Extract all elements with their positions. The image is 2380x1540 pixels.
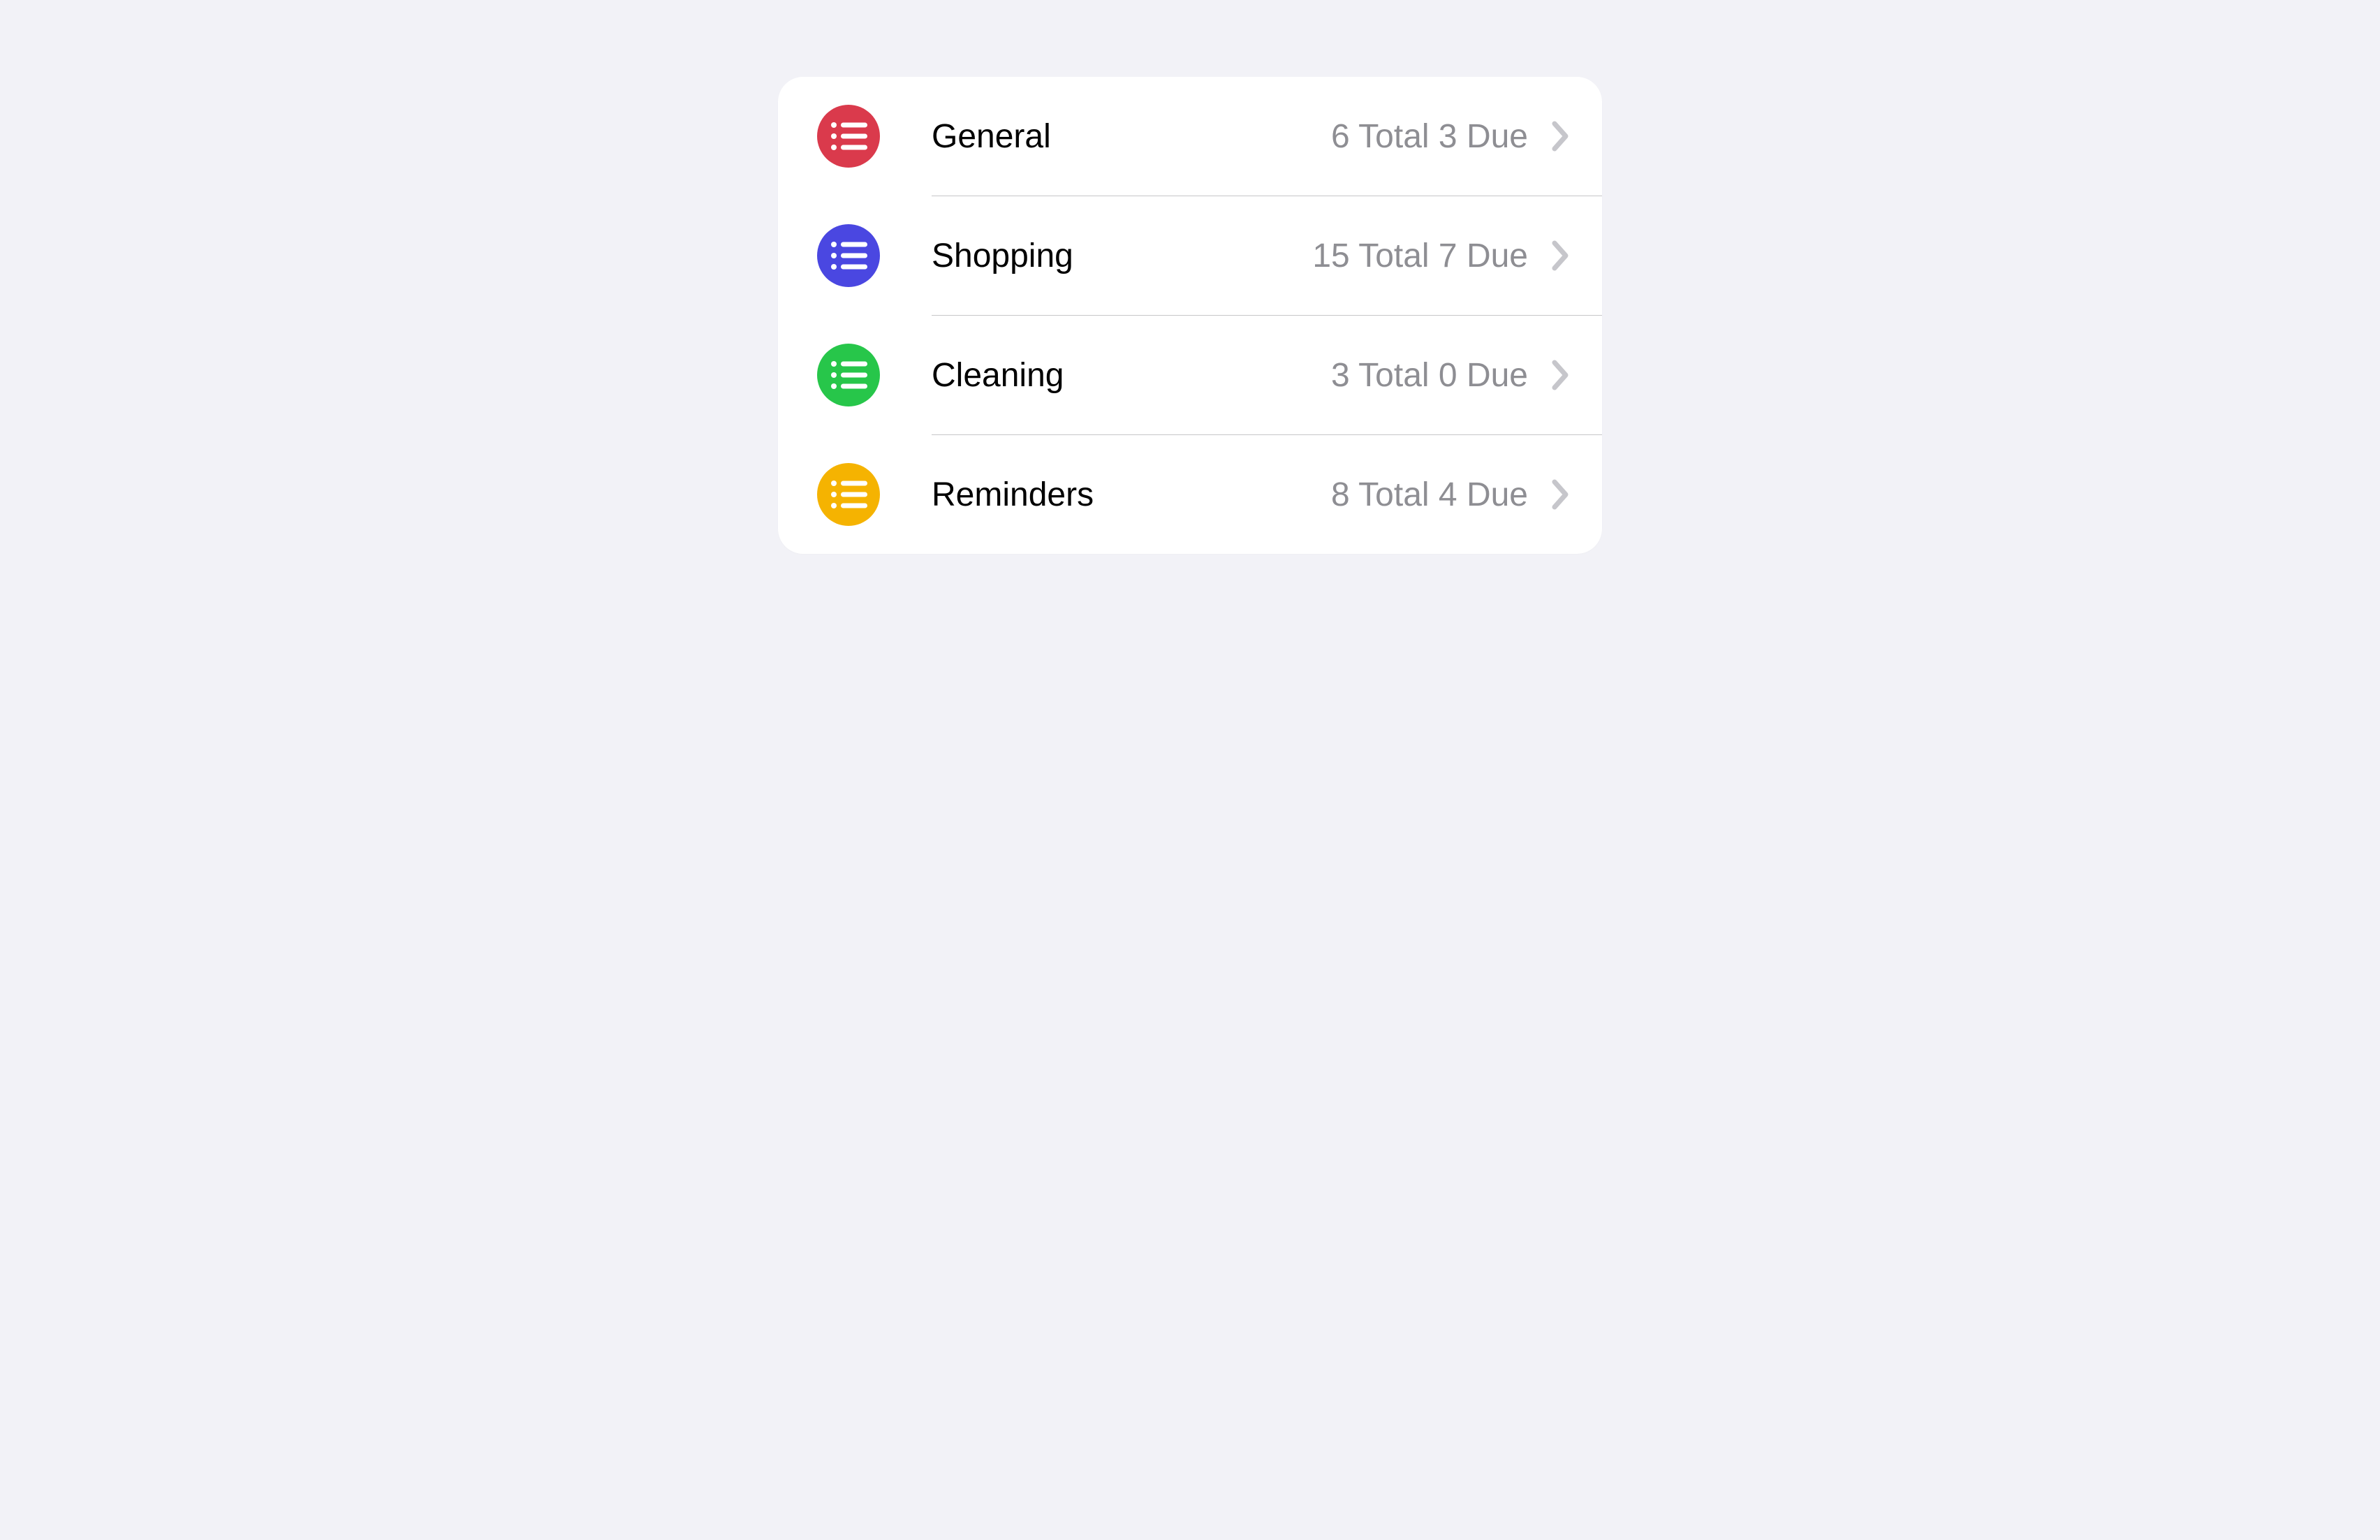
list-stats: 6 Total 3 Due — [1331, 117, 1528, 156]
list-title: Cleaning — [932, 356, 1331, 395]
chevron-right-icon — [1552, 121, 1570, 152]
list-bullet-icon — [817, 344, 880, 406]
list-row-general[interactable]: General 6 Total 3 Due — [778, 77, 1602, 196]
list-row-shopping[interactable]: Shopping 15 Total 7 Due — [778, 196, 1602, 315]
list-bullet-icon — [817, 463, 880, 526]
list-stats: 3 Total 0 Due — [1331, 356, 1528, 395]
list-title: Reminders — [932, 476, 1331, 514]
chevron-right-icon — [1552, 479, 1570, 510]
list-bullet-icon — [817, 224, 880, 287]
list-row-cleaning[interactable]: Cleaning 3 Total 0 Due — [778, 316, 1602, 434]
chevron-right-icon — [1552, 360, 1570, 390]
chevron-right-icon — [1552, 240, 1570, 271]
list-stats: 8 Total 4 Due — [1331, 476, 1528, 514]
list-stats: 15 Total 7 Due — [1312, 237, 1528, 275]
list-bullet-icon — [817, 105, 880, 168]
list-row-reminders[interactable]: Reminders 8 Total 4 Due — [778, 435, 1602, 554]
list-title: General — [932, 117, 1331, 156]
list-title: Shopping — [932, 237, 1312, 275]
lists-card: General 6 Total 3 Due Shopping 15 Total … — [778, 77, 1602, 554]
